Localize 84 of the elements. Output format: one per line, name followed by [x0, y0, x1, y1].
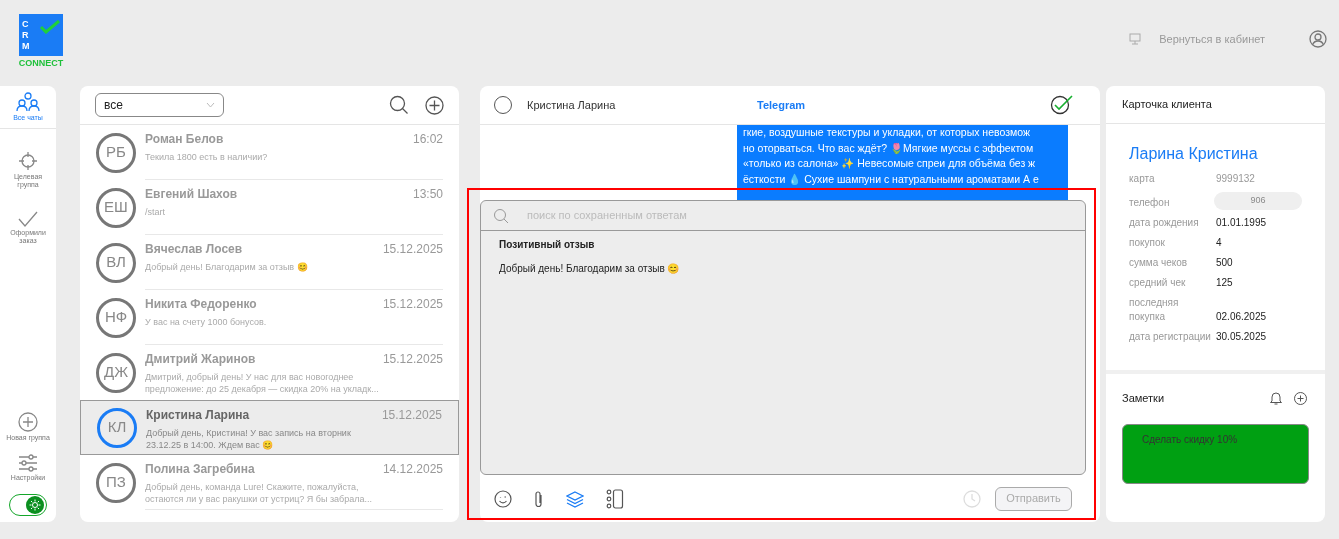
layers-icon[interactable]: [566, 489, 584, 508]
message-time: 15.12.2025: [382, 351, 443, 368]
field-value: 02.06.2025: [1216, 310, 1267, 324]
plus-circle-icon[interactable]: [1294, 391, 1307, 405]
monitor-icon: [1129, 33, 1142, 45]
avatar: НФ: [96, 297, 136, 338]
message-preview: /start: [145, 206, 166, 218]
field-label: последняя покупка: [1129, 296, 1180, 324]
search-icon[interactable]: [389, 95, 409, 115]
plus-circle-icon: [18, 412, 38, 432]
logo: C R M CONNECT: [18, 14, 64, 69]
message-time: 15.12.2025: [381, 407, 442, 424]
field-label: карта: [1129, 172, 1156, 186]
message-time: 15.12.2025: [382, 296, 443, 313]
chat-list-item[interactable]: ЕШ Евгений Шахов 13:50 /start: [80, 180, 459, 235]
note-card[interactable]: Сделать скидку 10%: [1122, 423, 1309, 484]
avatar: ЕШ: [96, 187, 136, 228]
chat-list-item[interactable]: КЛ Кристина Ларина 15.12.2025 Добрый день, Кристина! У вас запись на вторник 23.12.25 в 14:00. Ждем вас 😊: [80, 400, 459, 455]
contact-name: Никита Федоренко: [145, 296, 257, 313]
contact-name: Роман Белов: [145, 131, 224, 148]
phone-value: 906: [1214, 192, 1302, 210]
saved-reply-item[interactable]: Позитивный отзыв Добрый день! Благодарим за отзыв 😊: [481, 231, 1085, 276]
plus-circle-icon[interactable]: [425, 95, 444, 115]
chat-list-item[interactable]: РБ Роман Белов 16:02 Текила 1800 есть в наличии?: [80, 125, 459, 180]
send-button[interactable]: Отправить: [995, 486, 1072, 511]
avatar: ПЗ: [96, 462, 136, 503]
field-label: дата рождения: [1129, 216, 1200, 230]
sun-icon: [29, 499, 41, 511]
avatar: КЛ: [97, 407, 137, 448]
channel-label: Telegram: [757, 97, 806, 113]
saved-reply-text: Добрый день! Благодарим за отзыв 😊: [499, 262, 680, 276]
message-time: 13:50: [412, 186, 443, 203]
field-value: 30.05.2025: [1216, 330, 1267, 344]
field-value: 4: [1216, 236, 1222, 250]
message-preview: Текила 1800 есть в наличии?: [145, 151, 269, 163]
field-label: дата регистрации: [1129, 330, 1212, 344]
sidebar-layout-icon[interactable]: [606, 488, 624, 509]
chat-list-item[interactable]: ПЗ Полина Загребина 14.12.2025 Добрый день, команда Lure! Скажите, пожалуйста, остаются ли у вас ракушки от устриц? Я бы забрала...: [80, 455, 459, 510]
panel-title: Карточка клиента: [1122, 97, 1212, 113]
checkmark-icon: [18, 211, 38, 227]
contact-name: Евгений Шахов: [145, 186, 238, 203]
field-value: 9999132: [1216, 172, 1255, 186]
saved-reply-title: Позитивный отзыв: [499, 238, 595, 252]
message-time: 14.12.2025: [382, 461, 443, 478]
avatar: ВЛ: [96, 242, 136, 283]
smiley-icon[interactable]: [494, 489, 512, 508]
field-label: покупок: [1129, 236, 1166, 250]
chat-list-item[interactable]: ДЖ Дмитрий Жаринов 15.12.2025 Дмитрий, добрый день! У нас для вас новогоднее предложение: до 25 декабря — скидка 20% на укладк...: [80, 345, 459, 400]
message-preview: Добрый день, Кристина! У вас запись на вторник 23.12.25 в 14:00. Ждем вас 😊: [146, 427, 352, 451]
filter-dropdown[interactable]: все: [95, 93, 224, 117]
client-name: Ларина Кристина: [1129, 144, 1259, 164]
contact-name: Вячеслав Лосев: [145, 241, 243, 258]
message-preview: Дмитрий, добрый день! У нас для вас новогоднее предложение: до 25 декабря — скидка 20% на укладк...: [145, 371, 380, 395]
avatar: ДЖ: [96, 352, 136, 393]
field-label: телефон: [1129, 196, 1171, 210]
chat-list-item[interactable]: ВЛ Вячеслав Лосев 15.12.2025 Добрый день! Благодарим за отзыв 😊: [80, 235, 459, 290]
message-preview: У вас на счету 1000 бонусов.: [145, 316, 268, 328]
field-label: сумма чеков: [1129, 256, 1189, 270]
message-bubble: гкие, воздушные текстуры и укладки, от которых невозмож но оторваться. Что вас ждёт? 🌷Мягкие муссы с эффектом «только из салона» ✨ Невесомые спреи для объёма без ж ёсткости 💧 Сухие шампуни с натуральными ароматами А е: [737, 125, 1068, 200]
avatar: РБ: [96, 132, 136, 173]
chat-contact-name: Кристина Ларина: [527, 97, 617, 113]
field-label: средний чек: [1129, 276, 1187, 290]
message-time: 15.12.2025: [382, 241, 443, 258]
message-preview: Добрый день! Благодарим за отзыв 😊: [145, 261, 309, 273]
field-value: 125: [1216, 276, 1233, 290]
bell-icon[interactable]: [1270, 391, 1282, 406]
user-account-icon[interactable]: [1309, 30, 1327, 48]
message-time: 16:02: [412, 131, 443, 148]
field-value: 01.01.1995: [1216, 216, 1267, 230]
users-icon: [16, 92, 40, 112]
chat-list-item[interactable]: НФ Никита Федоренко 15.12.2025 У вас на счету 1000 бонусов.: [80, 290, 459, 345]
contact-name: Дмитрий Жаринов: [145, 351, 256, 368]
notes-title: Заметки: [1122, 391, 1165, 406]
contact-name: Кристина Ларина: [146, 407, 250, 424]
check-circle-icon[interactable]: [1050, 95, 1074, 115]
chevron-down-icon: [206, 102, 215, 108]
crosshair-icon: [18, 151, 38, 171]
contact-name: Полина Загребина: [145, 461, 255, 478]
message-preview: Добрый день, команда Lure! Скажите, пожалуйста, остаются ли у вас ракушки от устриц? Я бы забрала...: [145, 481, 373, 505]
back-to-cabinet-link[interactable]: Вернуться в кабинет: [1159, 30, 1265, 48]
search-icon: [493, 207, 509, 224]
paperclip-icon[interactable]: [534, 489, 544, 508]
sliders-icon: [18, 454, 38, 472]
field-value: 500: [1216, 256, 1233, 270]
